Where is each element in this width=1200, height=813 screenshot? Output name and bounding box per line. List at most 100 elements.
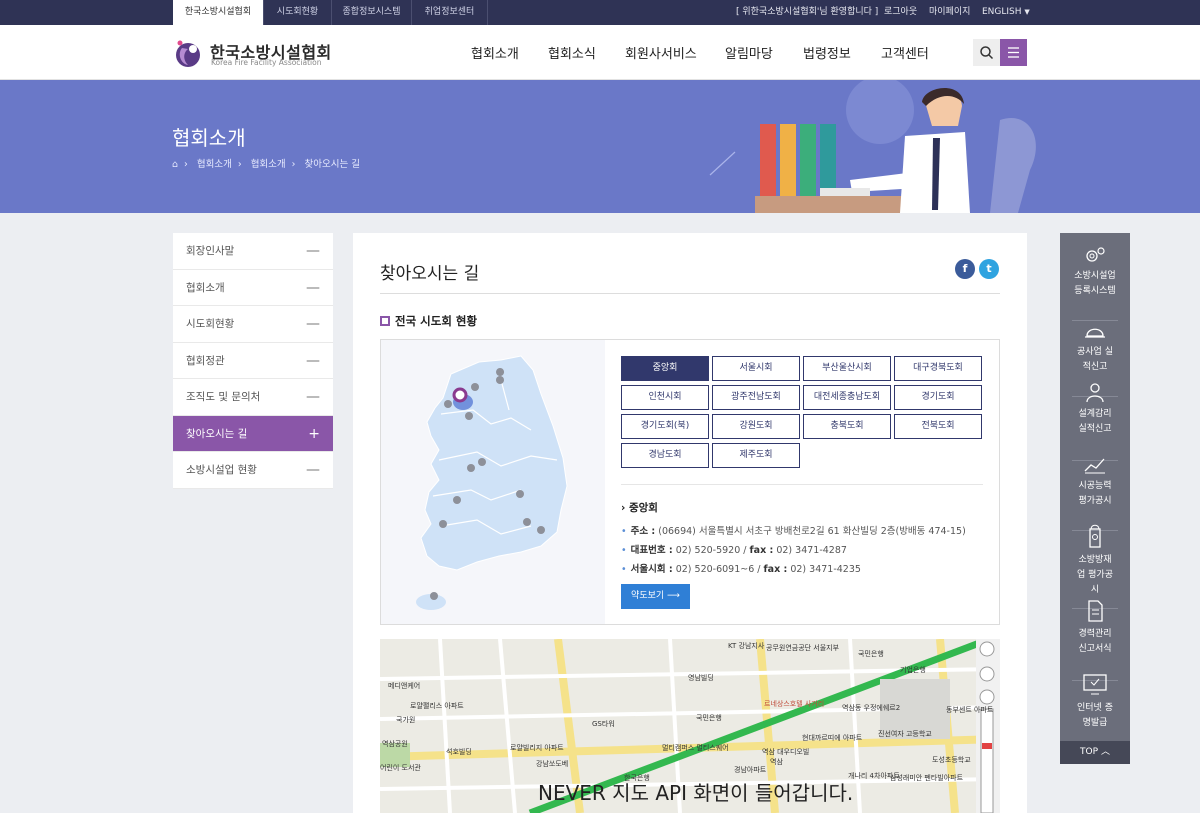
lnb-item-about[interactable]: 협회소개 — xyxy=(173,270,333,306)
scroll-top-button[interactable]: TOP ︿ xyxy=(1060,741,1130,764)
breadcrumb-item-1[interactable]: 협회소개 xyxy=(197,159,232,170)
quick-item-capacity-disclosure[interactable]: 시공능력 평가공시 xyxy=(1060,455,1130,531)
map-embed[interactable]: KT 강남지사 공무원연금공단 서울지부 국민은행 기업은행 메디앤케어 영남빌… xyxy=(380,639,1000,813)
map-label: 공무원연금공단 서울지부 xyxy=(766,644,840,652)
quick-item-disaster-prevention[interactable]: 소방방재업 평가공시 xyxy=(1060,523,1130,609)
region-btn-gyeonggi[interactable]: 경기도회 xyxy=(894,385,982,410)
map-label: 경남아파트 xyxy=(734,766,767,774)
collapse-icon: — xyxy=(306,243,320,259)
office-worker-illustration xyxy=(709,80,1036,213)
map-label: KT 강남지사 xyxy=(728,642,765,650)
search-button[interactable] xyxy=(973,39,1000,66)
lnb-item-directions[interactable]: 찾아오시는 길 + xyxy=(173,415,333,452)
breadcrumb-item-3: 찾아오시는 길 xyxy=(304,159,360,170)
top-tab-info-system[interactable]: 종합정보시스템 xyxy=(332,0,412,25)
document-icon xyxy=(1088,600,1103,622)
region-btn-gwangju-jeonnam[interactable]: 광주전남도회 xyxy=(712,385,800,410)
facebook-icon[interactable]: f xyxy=(955,259,975,279)
language-select[interactable]: ENGLISH ▼ xyxy=(982,0,1030,25)
region-btn-gangwon[interactable]: 강원도회 xyxy=(712,414,800,439)
nav-news[interactable]: 협회소식 xyxy=(548,43,596,62)
lnb-item-articles[interactable]: 협회정관 — xyxy=(173,343,333,379)
nav-about[interactable]: 협회소개 xyxy=(471,43,519,62)
map-label: GS타워 xyxy=(592,720,615,728)
map-label: 르네상스호텔 사거리 xyxy=(764,700,825,708)
collapse-icon: — xyxy=(306,352,320,369)
map-label: 기업은행 xyxy=(900,666,926,674)
logo-subtitle: Korea Fire Facility Association xyxy=(211,58,322,67)
gear-icon xyxy=(1086,247,1105,262)
square-bullet-icon xyxy=(380,316,390,326)
region-btn-daegu-gyeongbuk[interactable]: 대구경북도회 xyxy=(894,356,982,381)
map-label: 메디앤케어 xyxy=(388,682,421,690)
mypage-link[interactable]: 마이페이지 xyxy=(929,0,970,25)
view-map-button[interactable]: 약도보기 ⟶ xyxy=(621,584,690,609)
region-btn-chungbuk[interactable]: 충북도회 xyxy=(803,414,891,439)
map-label: 멀티캠퍼스 멀티스퀘어 xyxy=(662,744,729,752)
region-box: 중앙회 서울시회 부산울산시회 대구경북도회 인천시회 광주전남도회 대전세종충… xyxy=(380,339,1000,625)
expand-icon: + xyxy=(308,425,320,442)
nav-law[interactable]: 법령정보 xyxy=(803,43,851,62)
left-sub-nav: 회장인사말 — 협회소개 — 시도회현황 — 협회정관 — 조직도 및 문의처 — 찾아오… xyxy=(173,233,333,489)
logo-icon[interactable] xyxy=(173,38,203,68)
info-divider xyxy=(621,484,983,485)
region-btn-jeonbuk[interactable]: 전북도회 xyxy=(894,414,982,439)
top-tab-job-center[interactable]: 취업정보센터 xyxy=(412,0,488,25)
map-label: 로얄빌리지 아파트 xyxy=(510,744,564,752)
region-btn-jeju[interactable]: 제주도회 xyxy=(712,443,800,468)
map-label: 역삼공원 xyxy=(382,740,408,748)
map-label: 로얄팰리스 아파트 xyxy=(410,702,464,710)
menu-icon xyxy=(1008,47,1019,58)
region-btn-seoul[interactable]: 서울시회 xyxy=(712,356,800,381)
region-btn-daejeon-sejong-chungnam[interactable]: 대전세종충남도회 xyxy=(803,385,891,410)
lnb-item-business-status[interactable]: 소방시설업 현황 — xyxy=(173,452,333,489)
twitter-icon[interactable]: t xyxy=(979,259,999,279)
breadcrumb-item-2[interactable]: 협회소개 xyxy=(251,159,286,170)
page-title: 찾아오시는 길 xyxy=(380,264,480,284)
lnb-item-branches[interactable]: 시도회현황 — xyxy=(173,306,333,343)
collapse-icon: — xyxy=(306,316,320,332)
search-icon xyxy=(980,46,994,60)
quick-item-career-forms[interactable]: 경력관리 신고서식 xyxy=(1060,599,1130,681)
lnb-item-greeting[interactable]: 회장인사말 — xyxy=(173,233,333,270)
map-label: 국민은행 xyxy=(696,714,722,722)
top-tab-branches[interactable]: 시도회현황 xyxy=(264,0,332,25)
helmet-icon xyxy=(1085,328,1105,338)
sub-visual-banner: 협회소개 ⌂ › 협회소개 › 협회소개 › 찾아오시는 길 xyxy=(0,80,1200,213)
home-icon[interactable]: ⌂ xyxy=(172,159,178,170)
collapse-icon: — xyxy=(306,389,320,405)
map-label: 현대까르띠에 아파트 xyxy=(802,734,863,742)
map-label: 역삼동 우정에쉐르2 xyxy=(842,704,901,712)
info-title: › 중앙회 xyxy=(621,502,658,514)
quick-item-registration-system[interactable]: 소방시설업 등록시스템 xyxy=(1060,245,1130,321)
map-label: 역삼 xyxy=(770,758,783,766)
section-title: 전국 시도회 현황 xyxy=(380,313,477,329)
address-row: • 주소 : (06694) 서울특별시 서초구 방배천로2길 61 화산빌딩 2… xyxy=(621,526,966,537)
content-panel: 찾아오시는 길 f t 전국 시도회 현황 중앙회 서울시회 부산울산시회 대구… xyxy=(353,233,1027,813)
map-label: 동부센트 아파트 xyxy=(946,706,994,714)
collapse-icon: — xyxy=(306,279,320,296)
chart-icon xyxy=(1084,458,1105,474)
quick-item-design-report[interactable]: 설계감리 실적신고 xyxy=(1060,381,1130,461)
region-btn-central[interactable]: 중앙회 xyxy=(621,356,709,381)
seoul-row: • 서울시회 : 02) 520-6091~6 / fax : 02) 3471-… xyxy=(621,564,861,575)
region-btn-incheon[interactable]: 인천시회 xyxy=(621,385,709,410)
top-tab-association[interactable]: 한국소방시설협회 xyxy=(173,0,264,25)
menu-button[interactable] xyxy=(1000,39,1027,66)
region-btn-busan-ulsan[interactable]: 부산울산시회 xyxy=(803,356,891,381)
logout-link[interactable]: 로그아웃 xyxy=(884,0,917,25)
top-bar: 한국소방시설협회 시도회현황 종합정보시스템 취업정보센터 [ 위한국소방시설협… xyxy=(0,0,1200,25)
korea-map xyxy=(381,340,605,624)
quick-item-certificate-issue[interactable]: 인터넷 증명발급 xyxy=(1060,673,1130,743)
nav-customer-center[interactable]: 고객센터 xyxy=(881,43,929,62)
nav-notice[interactable]: 알림마당 xyxy=(725,43,773,62)
nav-member-services[interactable]: 회원사서비스 xyxy=(625,43,697,62)
quick-menu: 소방시설업 등록시스템 공사업 실적신고 설계감리 실적신고 시공능력 평가공시… xyxy=(1060,233,1130,764)
title-divider xyxy=(380,293,1000,294)
breadcrumb: ⌂ › 협회소개 › 협회소개 › 찾아오시는 길 xyxy=(172,159,360,170)
lnb-item-organization[interactable]: 조직도 및 문의처 — xyxy=(173,379,333,416)
phone-row: • 대표번호 : 02) 520-5920 / fax : 02) 3471-42… xyxy=(621,545,847,556)
region-btn-gyeonggi-north[interactable]: 경기도회(북) xyxy=(621,414,709,439)
region-btn-gyeongnam[interactable]: 경남도회 xyxy=(621,443,709,468)
chevron-up-icon: ︿ xyxy=(1100,747,1110,757)
